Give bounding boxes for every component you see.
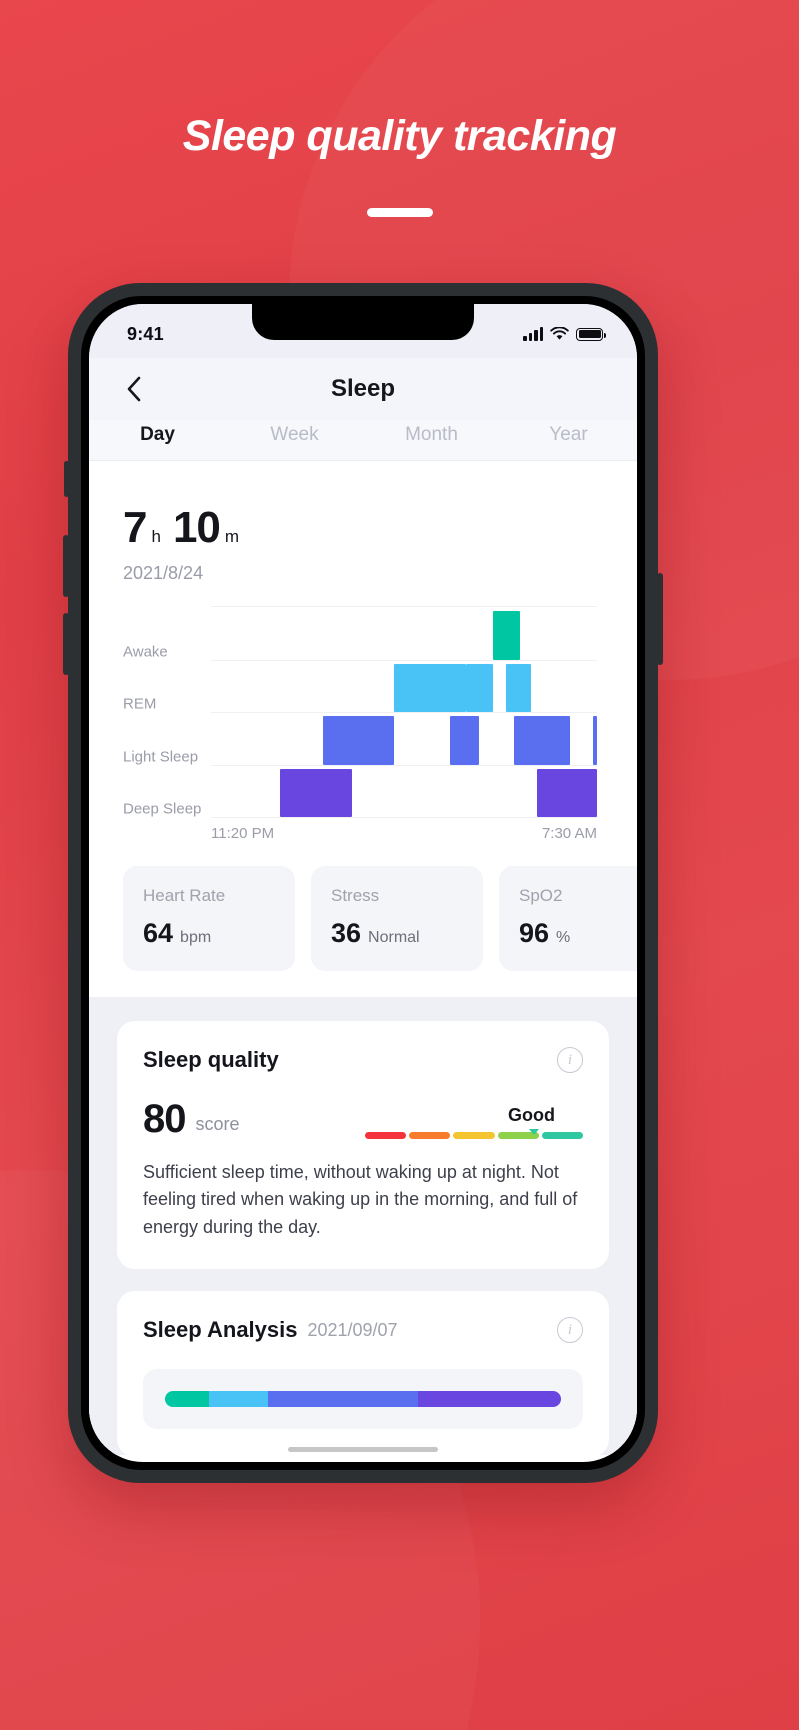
metric-unit: bpm [180,929,212,946]
sleep-quality-score-unit: score [195,1114,240,1134]
analysis-segment-deep-sleep [418,1391,561,1408]
hypnogram-gridline [211,712,597,713]
gauge-segment [453,1132,495,1139]
metric-value: 36 [331,918,362,948]
hypnogram-stage-label: REM [123,695,157,713]
hypnogram-gridline [211,817,597,818]
phone-notch [252,304,474,340]
metric-value: 96 [519,918,550,948]
sleep-content-scroll[interactable]: 7 h 10 m 2021/8/24 Awake REM Light Sleep De… [89,461,637,1455]
sleep-quality-rating: Good [508,1105,555,1125]
hypnogram-segment [465,663,493,712]
metric-label: Heart Rate [143,886,226,905]
info-icon[interactable]: i [557,1047,583,1073]
metric-unit: % [556,929,571,946]
sleep-analysis-card: Sleep Analysis 2021/09/07 i [117,1291,609,1455]
sleep-quality-title: Sleep quality [143,1047,279,1072]
metric-label: Stress [331,886,380,905]
hypnogram-segment [593,716,597,765]
analysis-segment-rem [208,1391,268,1408]
battery-icon [576,327,607,341]
phone-silent-switch [64,461,69,497]
metric-value-row: 64 bpm [143,918,275,949]
phone-volume-down-button [63,613,69,675]
sleep-analysis-header: Sleep Analysis 2021/09/07 i [143,1317,583,1344]
sleep-analysis-date: 2021/09/07 [307,1319,398,1340]
duration-hours: 7 [123,503,148,552]
info-icon[interactable]: i [557,1317,583,1344]
duration-minutes-unit: m [224,527,240,546]
sleep-date: 2021/8/24 [123,563,204,583]
gauge-segments [365,1132,584,1139]
hypnogram-stage-label: Deep Sleep [123,800,202,818]
status-bar-indicators [523,327,607,341]
analysis-segment-light-sleep [267,1391,419,1408]
sleep-duration: 7 h 10 m [123,503,603,553]
duration-hours-unit: h [151,527,161,546]
page-title: Sleep quality tracking [182,112,617,160]
metric-card-heart-rate[interactable]: Heart Rate 64 bpm [123,866,295,971]
metric-value-row: 36 Normal [331,918,463,949]
home-indicator [288,1447,438,1452]
metric-card-stress[interactable]: Stress 36 Normal [311,866,483,971]
hypnogram-segment [492,611,520,660]
wifi-icon [550,327,569,340]
metric-value: 64 [143,918,174,948]
gauge-segment [365,1132,407,1139]
sleep-quality-card: Sleep quality i 80 score Good Sufficient… [117,1021,609,1270]
hypnogram-segment [450,716,480,765]
hypnogram-gridline [211,764,597,766]
back-chevron-icon[interactable] [117,372,151,406]
axis-start-time: 11:20 PM [211,825,275,842]
gauge-segment [541,1132,584,1139]
screen-title: Sleep [330,375,396,402]
status-bar-time: 9:41 [127,323,164,344]
phone-bezel: 9:41 Sleep Day Week Month Year 7 h 10 m … [81,296,645,1470]
hypnogram-chart: Awake REM Light Sleep Deep Sleep 11:20 PM 7… [123,606,603,842]
hypnogram-segment [280,768,352,817]
gauge-caret-icon [529,1129,539,1135]
metric-card-spo2[interactable]: SpO2 96 % [499,866,637,971]
hypnogram-plot-area: Awake REM Light Sleep Deep Sleep [123,606,597,818]
tab-month[interactable]: Month [363,424,500,446]
sleep-quality-score-row: 80 score Good [143,1097,584,1141]
navigation-bar: Sleep [89,358,637,420]
sleep-analysis-segment-bar [165,1391,561,1408]
sleep-analysis-bar-wrap [143,1369,583,1430]
hypnogram-segment [537,768,597,817]
hypnogram-segment [394,663,466,712]
title-underline-rule [366,208,433,217]
axis-end-time: 7:30 AM [541,825,597,842]
phone-power-button [657,573,663,665]
phone-mockup: 9:41 Sleep Day Week Month Year 7 h 10 m … [63,283,663,1483]
metric-unit: Normal [368,929,420,946]
lower-section: Sleep quality i 80 score Good Sufficient… [89,997,637,1455]
phone-screen: 9:41 Sleep Day Week Month Year 7 h 10 m … [89,304,637,1462]
phone-volume-up-button [63,535,69,597]
metric-cards: Heart Rate 64 bpm Stress 36 Normal SpO2 … [89,842,637,997]
sleep-summary: 7 h 10 m 2021/8/24 Awake REM Light Sleep De… [89,461,637,842]
hypnogram-gridline [211,659,597,661]
hypnogram-segment [506,663,532,712]
hypnogram-stage-label: Light Sleep [123,748,199,765]
cellular-signal-icon [523,327,543,341]
tab-year[interactable]: Year [500,424,637,446]
analysis-segment-awake [165,1391,209,1408]
hypnogram-segment [322,716,395,765]
hypnogram-segment [514,716,570,765]
tab-day[interactable]: Day [89,424,226,446]
tab-week[interactable]: Week [226,424,363,446]
metric-value-row: 96 % [519,918,637,949]
hypnogram-stage-label: Awake [123,643,168,660]
sleep-quality-gauge: Good [365,1105,584,1139]
sleep-quality-header: Sleep quality i [143,1047,583,1073]
gauge-segment [409,1132,451,1139]
metric-label: SpO2 [519,886,563,905]
sleep-quality-description: Sufficient sleep time, without waking up… [143,1162,578,1237]
sleep-analysis-title: Sleep Analysis [143,1317,298,1343]
duration-minutes: 10 [172,503,221,552]
period-tabs: Day Week Month Year [89,420,637,461]
sleep-quality-score: 80 [143,1097,186,1141]
hypnogram-time-axis: 11:20 PM 7:30 AM [211,825,597,842]
